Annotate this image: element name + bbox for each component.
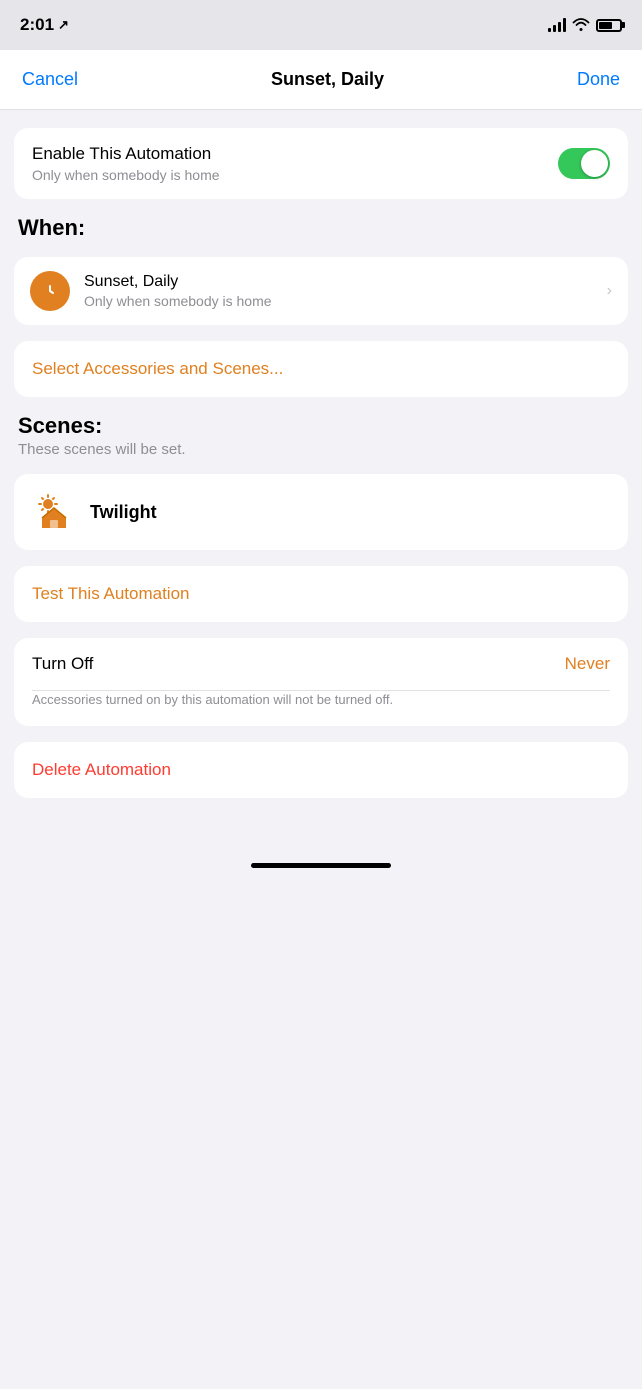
delete-automation-button[interactable]: Delete Automation bbox=[14, 742, 628, 798]
chevron-right-icon: › bbox=[607, 282, 612, 300]
toggle-knob bbox=[581, 150, 608, 177]
test-automation-button[interactable]: Test This Automation bbox=[14, 566, 628, 622]
when-title: Sunset, Daily bbox=[84, 273, 593, 291]
status-icons bbox=[548, 17, 622, 34]
delete-automation-card[interactable]: Delete Automation bbox=[14, 742, 628, 798]
enable-automation-card: Enable This Automation Only when somebod… bbox=[14, 128, 628, 199]
home-indicator bbox=[0, 846, 642, 886]
status-bar: 2:01 ↗ bbox=[0, 0, 642, 50]
twilight-icon bbox=[32, 490, 76, 534]
turn-off-card: Turn Off Never Accessories turned on by … bbox=[14, 638, 628, 726]
select-accessories-label: Select Accessories and Scenes... bbox=[32, 359, 283, 378]
enable-label: Enable This Automation bbox=[32, 144, 220, 164]
enable-toggle[interactable] bbox=[558, 148, 610, 179]
test-automation-label: Test This Automation bbox=[32, 584, 190, 603]
when-header: When: bbox=[14, 215, 628, 241]
select-accessories-card[interactable]: Select Accessories and Scenes... bbox=[14, 341, 628, 397]
turn-off-label: Turn Off bbox=[32, 654, 93, 674]
when-row[interactable]: Sunset, Daily Only when somebody is home… bbox=[14, 257, 628, 325]
signal-icon bbox=[548, 18, 566, 32]
battery-icon bbox=[596, 19, 622, 32]
scenes-subheader: These scenes will be set. bbox=[14, 439, 628, 458]
enable-automation-row: Enable This Automation Only when somebod… bbox=[14, 128, 628, 199]
enable-sublabel: Only when somebody is home bbox=[32, 167, 220, 183]
twilight-label: Twilight bbox=[90, 502, 157, 523]
sunset-clock-icon bbox=[30, 271, 70, 311]
cancel-button[interactable]: Cancel bbox=[18, 61, 82, 98]
scenes-header: Scenes: bbox=[14, 413, 628, 439]
location-arrow-icon: ↗ bbox=[58, 17, 69, 33]
when-subtitle: Only when somebody is home bbox=[84, 293, 593, 309]
home-bar bbox=[251, 863, 391, 868]
nav-bar: Cancel Sunset, Daily Done bbox=[0, 50, 642, 110]
turn-off-row[interactable]: Turn Off Never bbox=[14, 638, 628, 690]
when-card[interactable]: Sunset, Daily Only when somebody is home… bbox=[14, 257, 628, 325]
main-content: Enable This Automation Only when somebod… bbox=[0, 110, 642, 816]
test-automation-card[interactable]: Test This Automation bbox=[14, 566, 628, 622]
status-time: 2:01 ↗ bbox=[20, 15, 69, 35]
turn-off-value: Never bbox=[565, 654, 610, 674]
when-text-group: Sunset, Daily Only when somebody is home bbox=[84, 273, 593, 309]
turn-off-description: Accessories turned on by this automation… bbox=[14, 691, 628, 726]
twilight-row: Twilight bbox=[14, 474, 628, 550]
scenes-section: Scenes: These scenes will be set. bbox=[14, 413, 628, 458]
twilight-card: Twilight bbox=[14, 474, 628, 550]
done-button[interactable]: Done bbox=[573, 61, 624, 98]
enable-text-group: Enable This Automation Only when somebod… bbox=[32, 144, 220, 183]
when-section: When: bbox=[14, 215, 628, 241]
select-accessories-button[interactable]: Select Accessories and Scenes... bbox=[14, 341, 628, 397]
delete-automation-label: Delete Automation bbox=[32, 760, 171, 779]
page-title: Sunset, Daily bbox=[271, 69, 384, 90]
wifi-icon bbox=[572, 17, 590, 34]
